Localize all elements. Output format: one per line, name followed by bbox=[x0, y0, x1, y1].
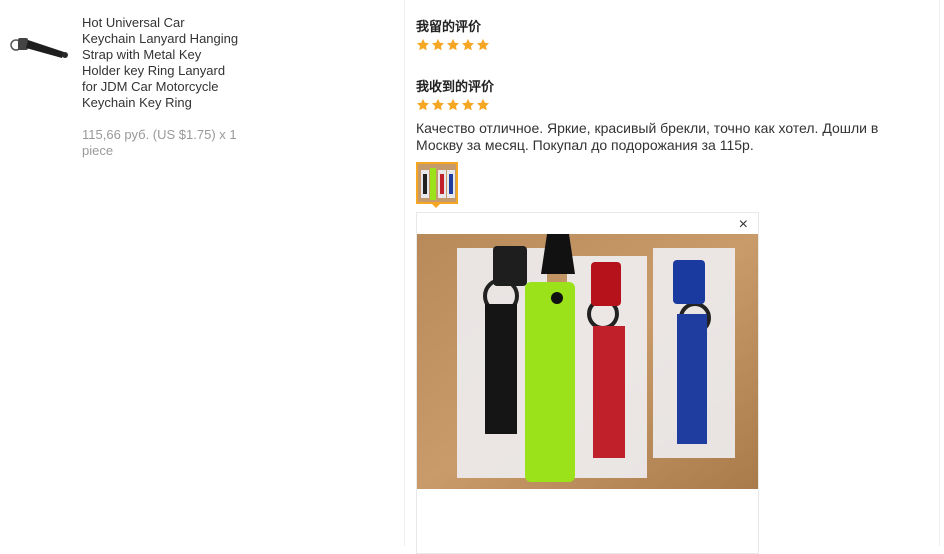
product-thumbnail[interactable] bbox=[8, 24, 70, 68]
column-divider bbox=[404, 0, 405, 546]
star-icon bbox=[476, 98, 490, 111]
product-title[interactable]: Hot Universal Car Keychain Lanyard Hangi… bbox=[82, 15, 262, 111]
keychain-lanyards-thumb-icon bbox=[418, 164, 456, 202]
my-review-rating bbox=[416, 38, 490, 52]
close-icon[interactable]: × bbox=[739, 217, 748, 233]
received-review-heading: 我收到的评价 bbox=[416, 79, 495, 94]
received-review-rating bbox=[416, 98, 490, 112]
star-icon bbox=[461, 38, 475, 51]
star-icon bbox=[431, 38, 445, 51]
keychain-lanyards-photo[interactable] bbox=[417, 234, 758, 489]
star-icon bbox=[461, 98, 475, 111]
star-icon bbox=[416, 38, 430, 51]
thumbnail-selected-caret bbox=[430, 202, 442, 208]
star-icon bbox=[446, 38, 460, 51]
star-icon bbox=[431, 98, 445, 111]
review-text: Качество отличное. Яркие, красивый брекл… bbox=[416, 120, 879, 153]
star-icon bbox=[416, 98, 430, 111]
star-icon bbox=[446, 98, 460, 111]
product-price: 115,66 руб. (US $1.75) x 1 piece bbox=[82, 127, 237, 158]
column-divider-right bbox=[939, 0, 940, 546]
photo-viewer: × bbox=[416, 212, 759, 554]
review-photo-image bbox=[417, 234, 758, 489]
my-review-heading: 我留的评价 bbox=[416, 19, 482, 34]
keychain-strap-image bbox=[10, 38, 68, 58]
review-photo-thumbnail[interactable] bbox=[416, 162, 458, 204]
star-icon bbox=[476, 38, 490, 51]
